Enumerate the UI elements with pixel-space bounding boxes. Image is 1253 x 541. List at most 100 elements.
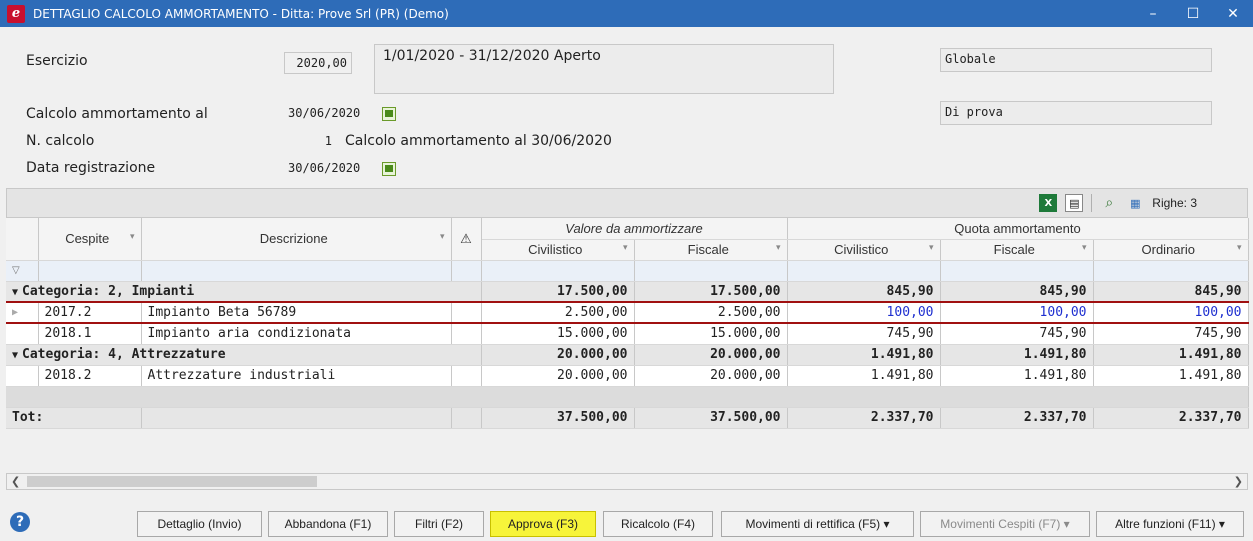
cell[interactable]: 1.491,80 (1093, 365, 1249, 387)
data-registrazione-label: Data registrazione (26, 160, 156, 176)
ricalcolo-button[interactable]: Ricalcolo (F4) (603, 511, 713, 537)
col-label: Fiscale (687, 242, 729, 257)
cell: 20.000,00 (481, 344, 635, 366)
cell[interactable]: 1.491,80 (787, 365, 941, 387)
movimenti-rettifica-button[interactable]: Movimenti di rettifica (F5) ▾ (721, 511, 914, 537)
cell[interactable]: 2.500,00 (634, 301, 788, 324)
cell[interactable] (451, 365, 482, 387)
filter-dropdown-icon[interactable]: ▾ (1082, 242, 1087, 253)
col-cespite-header[interactable]: Cespite ▾ (38, 218, 142, 261)
filter-dropdown-icon[interactable]: ▾ (130, 231, 135, 242)
cell[interactable]: Attrezzature industriali (141, 365, 452, 387)
cell[interactable]: 100,00 (940, 301, 1094, 324)
filter-cell[interactable] (634, 260, 788, 282)
filter-dropdown-icon[interactable]: ▾ (1237, 242, 1242, 253)
cell[interactable]: 2017.2 (38, 301, 142, 324)
filter-dropdown-icon[interactable]: ▾ (440, 231, 445, 242)
filter-dropdown-icon[interactable]: ▾ (776, 242, 781, 253)
cell: 2.337,70 (940, 406, 1094, 429)
scrollbar-thumb[interactable] (27, 476, 317, 487)
cell[interactable]: 2018.2 (38, 365, 142, 387)
calendar-icon[interactable] (382, 107, 396, 121)
modalita-field: Di prova (940, 101, 1212, 125)
row-pointer-icon: ▶ (6, 301, 39, 324)
cell[interactable]: Impianto aria condizionata (141, 323, 452, 345)
search-dropdown-icon[interactable]: ⌕ (1100, 194, 1118, 212)
filter-dropdown-icon[interactable]: ▾ (929, 242, 934, 253)
abbandona-button[interactable]: Abbandona (F1) (268, 511, 388, 537)
valore-group-label: Valore da ammortizzare (565, 220, 703, 236)
calcolo-al-field[interactable]: 30/06/2020 (284, 103, 380, 125)
esercizio-field[interactable]: 2020,00 (284, 52, 352, 74)
window-title: DETTAGLIO CALCOLO AMMORTAMENTO - Ditta: … (33, 6, 449, 21)
scroll-right-icon[interactable]: ❯ (1234, 474, 1243, 489)
cell[interactable]: 2.500,00 (481, 301, 635, 324)
layout-icon[interactable]: ▤ (1065, 194, 1084, 212)
data-registrazione-field[interactable]: 30/06/2020 (284, 158, 380, 180)
cell[interactable]: 745,90 (787, 323, 941, 345)
col-descrizione-header[interactable]: Descrizione ▾ (141, 218, 452, 261)
cell[interactable]: 15.000,00 (634, 323, 788, 345)
approva-button[interactable]: Approva (F3) (490, 511, 596, 537)
row-indicator-header (6, 218, 39, 261)
filter-dropdown-icon[interactable]: ▾ (623, 242, 628, 253)
n-calcolo-label: N. calcolo (26, 133, 95, 149)
horizontal-scrollbar[interactable]: ❮ ❯ (6, 473, 1248, 490)
excel-export-icon[interactable]: X (1039, 194, 1058, 212)
cell[interactable]: 745,90 (940, 323, 1094, 345)
col-q-ordinario-header[interactable]: Ordinario ▾ (1093, 239, 1249, 261)
col-val-civilistico-header[interactable]: Civilistico ▾ (481, 239, 635, 261)
category-row[interactable]: ▼ Categoria: 4, Attrezzature 20.000,00 20… (6, 344, 1249, 366)
table-row[interactable]: 2018.1 Impianto aria condizionata 15.000… (6, 323, 1249, 345)
cell[interactable] (451, 301, 482, 324)
data-registrazione-value: 30/06/2020 (288, 161, 361, 175)
help-icon[interactable]: ? (10, 512, 30, 532)
altre-funzioni-button[interactable]: Altre funzioni (F11) ▾ (1096, 511, 1244, 537)
columns-dropdown-icon[interactable]: ▦ (1126, 194, 1144, 212)
cell[interactable]: 15.000,00 (481, 323, 635, 345)
col-q-civilistico-header[interactable]: Civilistico ▾ (787, 239, 941, 261)
col-label: Civilistico (834, 242, 889, 257)
collapse-icon[interactable]: ▼ (12, 350, 18, 361)
filter-cell[interactable] (141, 260, 452, 282)
minimize-button[interactable]: – (1133, 0, 1173, 27)
ammortamento-grid: Cespite ▾ Descrizione ▾ ⚠ Valore da ammort… (6, 218, 1249, 429)
cell (6, 323, 39, 345)
dettaglio-button[interactable]: Dettaglio (Invio) (137, 511, 262, 537)
cell[interactable]: 745,90 (1093, 323, 1249, 345)
cell[interactable]: 20.000,00 (481, 365, 635, 387)
filter-cell[interactable] (1093, 260, 1249, 282)
filter-icon: ▽ (6, 260, 39, 282)
filter-cell[interactable] (940, 260, 1094, 282)
cell[interactable]: 20.000,00 (634, 365, 788, 387)
collapse-icon[interactable]: ▼ (12, 287, 18, 298)
cell: 1.491,80 (1093, 344, 1249, 366)
calendar-icon[interactable] (382, 162, 396, 176)
filtri-button[interactable]: Filtri (F2) (394, 511, 484, 537)
col-val-fiscale-header[interactable]: Fiscale ▾ (634, 239, 788, 261)
cell[interactable]: 1.491,80 (940, 365, 1094, 387)
table-row[interactable]: 2018.2 Attrezzature industriali 20.000,0… (6, 365, 1249, 387)
esercizio-label: Esercizio (26, 53, 88, 69)
filter-row[interactable]: ▽ (6, 260, 1249, 282)
filter-cell[interactable] (38, 260, 142, 282)
n-calcolo-field[interactable]: 1 (284, 131, 336, 153)
scroll-left-icon[interactable]: ❮ (11, 474, 20, 489)
filter-cell[interactable] (451, 260, 482, 282)
filter-cell[interactable] (787, 260, 941, 282)
app-logo-icon: e (7, 4, 25, 23)
category-row[interactable]: ▼ Categoria: 2, Impianti 17.500,00 17.500… (6, 281, 1249, 303)
movimenti-cespiti-button[interactable]: Movimenti Cespiti (F7) ▾ (920, 511, 1090, 537)
col-warning-header[interactable]: ⚠ (451, 218, 482, 261)
col-label: Fiscale (993, 242, 1035, 257)
maximize-button[interactable]: ☐ (1173, 0, 1213, 27)
cell[interactable]: Impianto Beta 56789 (141, 301, 452, 324)
close-button[interactable]: ✕ (1213, 0, 1253, 27)
table-row-selected[interactable]: ▶ 2017.2 Impianto Beta 56789 2.500,00 2.… (6, 301, 1249, 324)
cell[interactable]: 100,00 (787, 301, 941, 324)
cell[interactable] (451, 323, 482, 345)
cell[interactable]: 2018.1 (38, 323, 142, 345)
col-q-fiscale-header[interactable]: Fiscale ▾ (940, 239, 1094, 261)
cell[interactable]: 100,00 (1093, 301, 1249, 324)
filter-cell[interactable] (481, 260, 635, 282)
